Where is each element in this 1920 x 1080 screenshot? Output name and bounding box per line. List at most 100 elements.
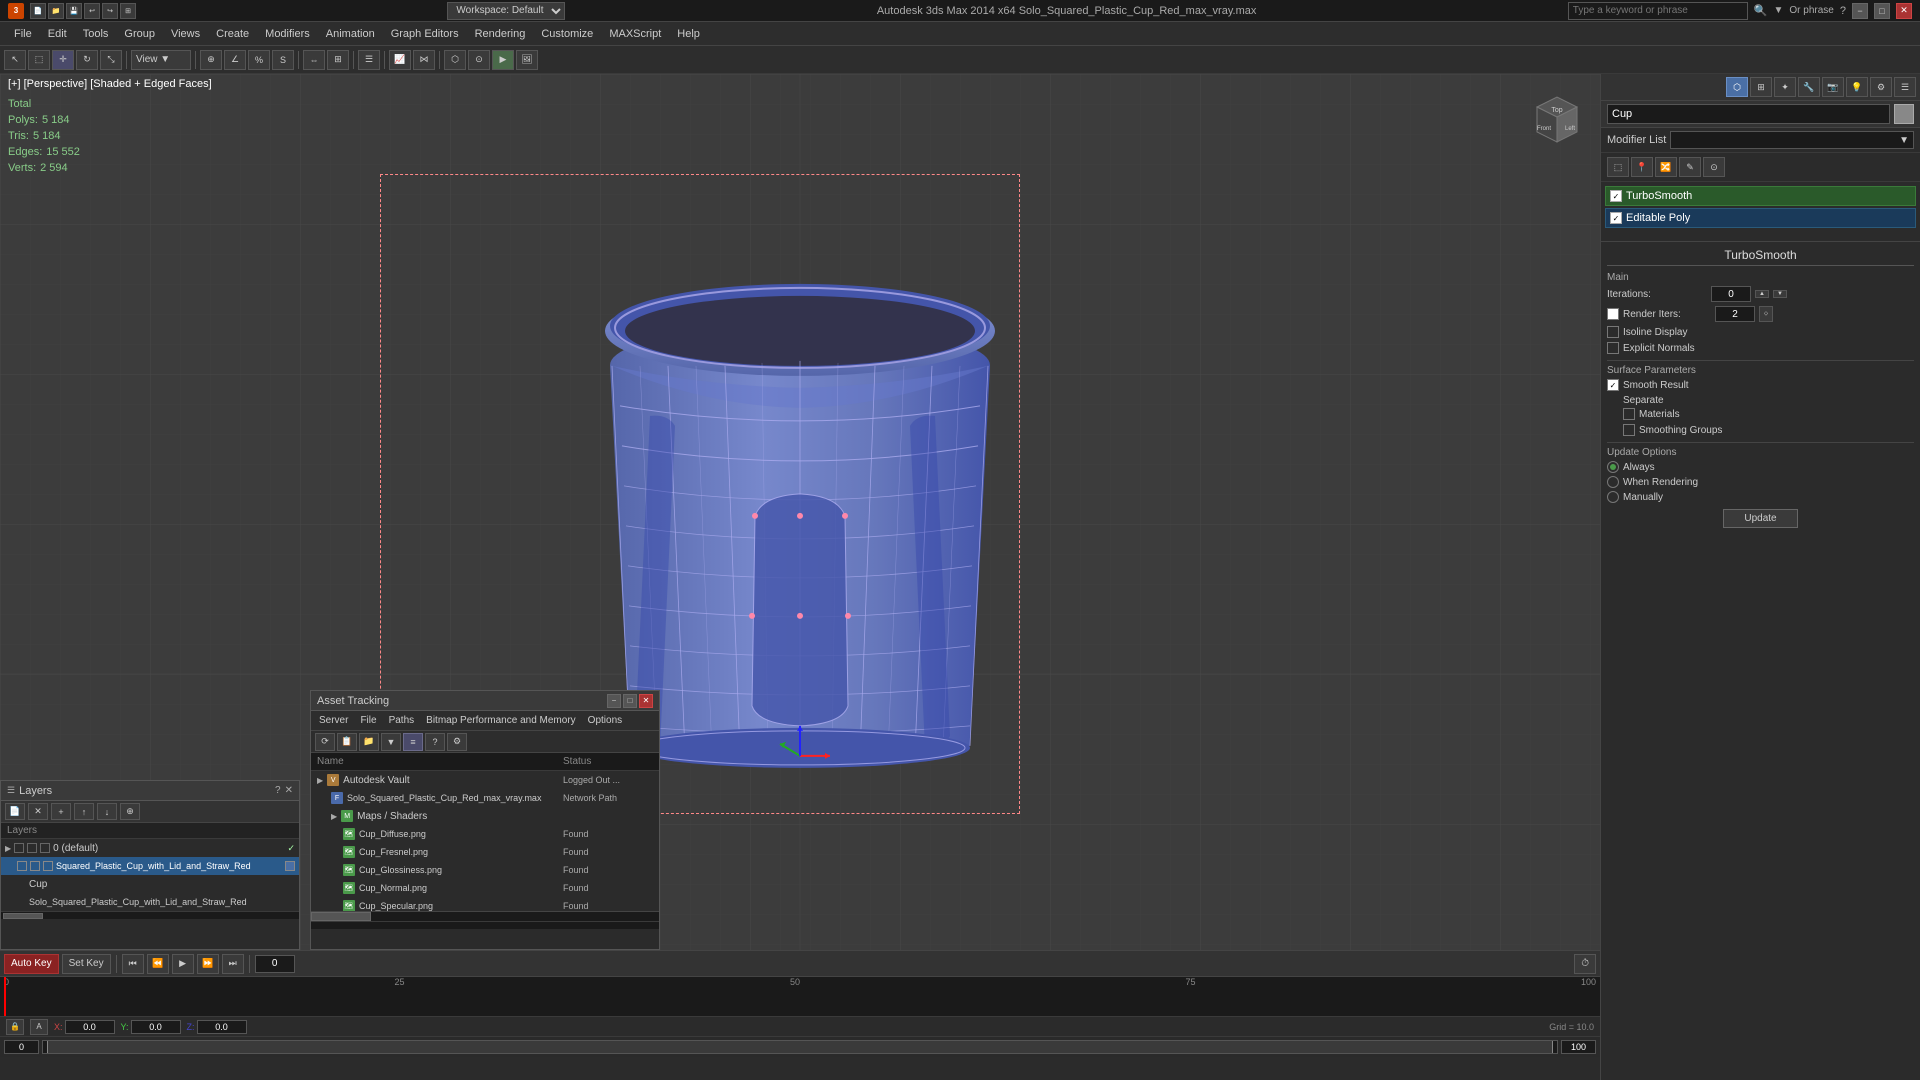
layers-scrollbar[interactable] xyxy=(1,911,299,919)
next-frame-btn[interactable]: ⏩ xyxy=(197,954,219,974)
at-menu-options[interactable]: Options xyxy=(584,714,626,727)
at-menu-bitmap-perf[interactable]: Bitmap Performance and Memory xyxy=(422,714,580,727)
layers-help-icon[interactable]: ? xyxy=(275,785,281,796)
minimize-button[interactable]: − xyxy=(1852,3,1868,19)
panel-icon-3[interactable]: ✦ xyxy=(1774,77,1796,97)
prev-frame-btn[interactable]: ⏪ xyxy=(147,954,169,974)
maximize-button[interactable]: □ xyxy=(1874,3,1890,19)
play-btn[interactable]: ▶ xyxy=(172,954,194,974)
menu-help[interactable]: Help xyxy=(669,26,708,42)
mode-btn[interactable]: ⊞ xyxy=(120,3,136,19)
list-item[interactable]: 🗺 Cup_Fresnel.png Found xyxy=(311,843,659,861)
options-icon[interactable]: ▼ xyxy=(1774,5,1784,16)
panel-icon-5[interactable]: 📷 xyxy=(1822,77,1844,97)
end-frame[interactable] xyxy=(1561,1040,1596,1054)
at-help-btn[interactable]: ? xyxy=(425,733,445,751)
mod-ts-checkbox[interactable]: ✓ xyxy=(1610,190,1622,202)
layers-freeze-btn[interactable]: ⊕ xyxy=(120,803,140,820)
x-coord[interactable]: X: xyxy=(54,1020,115,1034)
channel-btn-3[interactable]: 🔀 xyxy=(1655,157,1677,177)
at-maximize-btn[interactable]: □ xyxy=(623,694,637,708)
at-menu-file[interactable]: File xyxy=(356,714,380,727)
layers-select-btn[interactable]: ↑ xyxy=(74,803,94,820)
modifier-editable-poly[interactable]: ✓ Editable Poly xyxy=(1605,208,1916,228)
ts-manually-radio[interactable] xyxy=(1607,491,1619,503)
render-frame-window[interactable]: 🖼 xyxy=(516,50,538,70)
channel-btn-1[interactable]: ⬚ xyxy=(1607,157,1629,177)
timeline-track[interactable]: 0 25 50 75 100 xyxy=(0,977,1600,1017)
at-refresh-btn[interactable]: ⟳ xyxy=(315,733,335,751)
ts-smooth-result-check[interactable]: ✓ xyxy=(1607,379,1619,391)
ts-isoline-check[interactable] xyxy=(1607,326,1619,338)
spinner-snap[interactable]: S xyxy=(272,50,294,70)
at-copy-btn[interactable]: 📋 xyxy=(337,733,357,751)
select-region[interactable]: ⬚ xyxy=(28,50,50,70)
object-name-field[interactable]: Cup xyxy=(1607,104,1890,124)
panel-icon-2[interactable]: ⊞ xyxy=(1750,77,1772,97)
at-view-btn[interactable]: ≡ xyxy=(403,733,423,751)
current-frame-input[interactable] xyxy=(255,955,295,973)
open-btn[interactable]: 📁 xyxy=(48,3,64,19)
layers-add-btn[interactable]: 📄 xyxy=(5,803,25,820)
mod-ep-checkbox[interactable]: ✓ xyxy=(1610,212,1622,224)
list-item[interactable]: F Solo_Squared_Plastic_Cup_Red_max_vray.… xyxy=(311,789,659,807)
layers-close-icon[interactable]: ✕ xyxy=(285,785,293,796)
align-tool[interactable]: ⊞ xyxy=(327,50,349,70)
ts-smoothing-check[interactable] xyxy=(1623,424,1635,436)
render-btn[interactable]: ▶ xyxy=(492,50,514,70)
move-tool[interactable]: ✛ xyxy=(52,50,74,70)
ts-always-radio[interactable] xyxy=(1607,461,1619,473)
ts-render-iters-input[interactable] xyxy=(1715,306,1755,322)
menu-tools[interactable]: Tools xyxy=(75,26,117,42)
ts-when-rendering-radio[interactable] xyxy=(1607,476,1619,488)
render-setup[interactable]: ⊙ xyxy=(468,50,490,70)
at-settings-btn[interactable]: ⚙ xyxy=(447,733,467,751)
layers-hide-btn[interactable]: ↓ xyxy=(97,803,117,820)
viewport-label[interactable]: [+] [Perspective] [Shaded + Edged Faces] xyxy=(8,78,212,90)
list-item[interactable]: Solo_Squared_Plastic_Cup_with_Lid_and_St… xyxy=(1,893,299,911)
reference-coord[interactable]: View ▼ xyxy=(131,50,191,70)
menu-rendering[interactable]: Rendering xyxy=(467,26,534,42)
layers-delete-btn[interactable]: ✕ xyxy=(28,803,48,820)
channel-btn-4[interactable]: ✎ xyxy=(1679,157,1701,177)
curve-editor[interactable]: 📈 xyxy=(389,50,411,70)
viewport-cube[interactable]: Top Front Left xyxy=(1522,82,1592,152)
schematic-view[interactable]: ⋈ xyxy=(413,50,435,70)
list-item[interactable]: ▶ V Autodesk Vault Logged Out ... xyxy=(311,771,659,789)
at-scrollbar-h[interactable] xyxy=(311,911,659,921)
rotate-tool[interactable]: ↻ xyxy=(76,50,98,70)
menu-maxscript[interactable]: MAXScript xyxy=(601,26,669,42)
search-input[interactable] xyxy=(1568,2,1748,20)
menu-graph-editors[interactable]: Graph Editors xyxy=(383,26,467,42)
set-key-btn[interactable]: Set Key xyxy=(62,954,111,974)
channel-btn-2[interactable]: 📍 xyxy=(1631,157,1653,177)
new-btn[interactable]: 📄 xyxy=(30,3,46,19)
list-item[interactable]: Squared_Plastic_Cup_with_Lid_and_Straw_R… xyxy=(1,857,299,875)
panel-icon-6[interactable]: 💡 xyxy=(1846,77,1868,97)
ts-render-iters-check[interactable] xyxy=(1607,308,1619,320)
y-coord[interactable]: Y: xyxy=(121,1020,181,1034)
update-btn[interactable]: Update xyxy=(1723,509,1797,528)
undo-btn[interactable]: ↩ xyxy=(84,3,100,19)
layers-add-obj-btn[interactable]: + xyxy=(51,803,71,820)
list-item[interactable]: 🗺 Cup_Diffuse.png Found xyxy=(311,825,659,843)
at-menu-server[interactable]: Server xyxy=(315,714,352,727)
at-filter-btn[interactable]: ▼ xyxy=(381,733,401,751)
material-editor[interactable]: ⬡ xyxy=(444,50,466,70)
workspace-dropdown[interactable]: Workspace: Default xyxy=(447,2,565,20)
play-end-btn[interactable]: ⏭ xyxy=(222,954,244,974)
list-item[interactable]: ▶ 0 (default) ✓ xyxy=(1,839,299,857)
menu-group[interactable]: Group xyxy=(116,26,163,42)
menu-modifiers[interactable]: Modifiers xyxy=(257,26,318,42)
list-item[interactable]: 🗺 Cup_Specular.png Found xyxy=(311,897,659,911)
select-tool[interactable]: ↖ xyxy=(4,50,26,70)
ts-iterations-spinner-up[interactable]: ▲ xyxy=(1755,290,1769,298)
ts-iterations-spinner-down[interactable]: ▼ xyxy=(1773,290,1787,298)
mirror-tool[interactable]: ⇔ xyxy=(303,50,325,70)
redo-btn[interactable]: ↪ xyxy=(102,3,118,19)
angle-snap[interactable]: ∠ xyxy=(224,50,246,70)
close-button[interactable]: ✕ xyxy=(1896,3,1912,19)
percent-snap[interactable]: % xyxy=(248,50,270,70)
list-item[interactable]: ▶ M Maps / Shaders xyxy=(311,807,659,825)
layer-manager[interactable]: ☰ xyxy=(358,50,380,70)
